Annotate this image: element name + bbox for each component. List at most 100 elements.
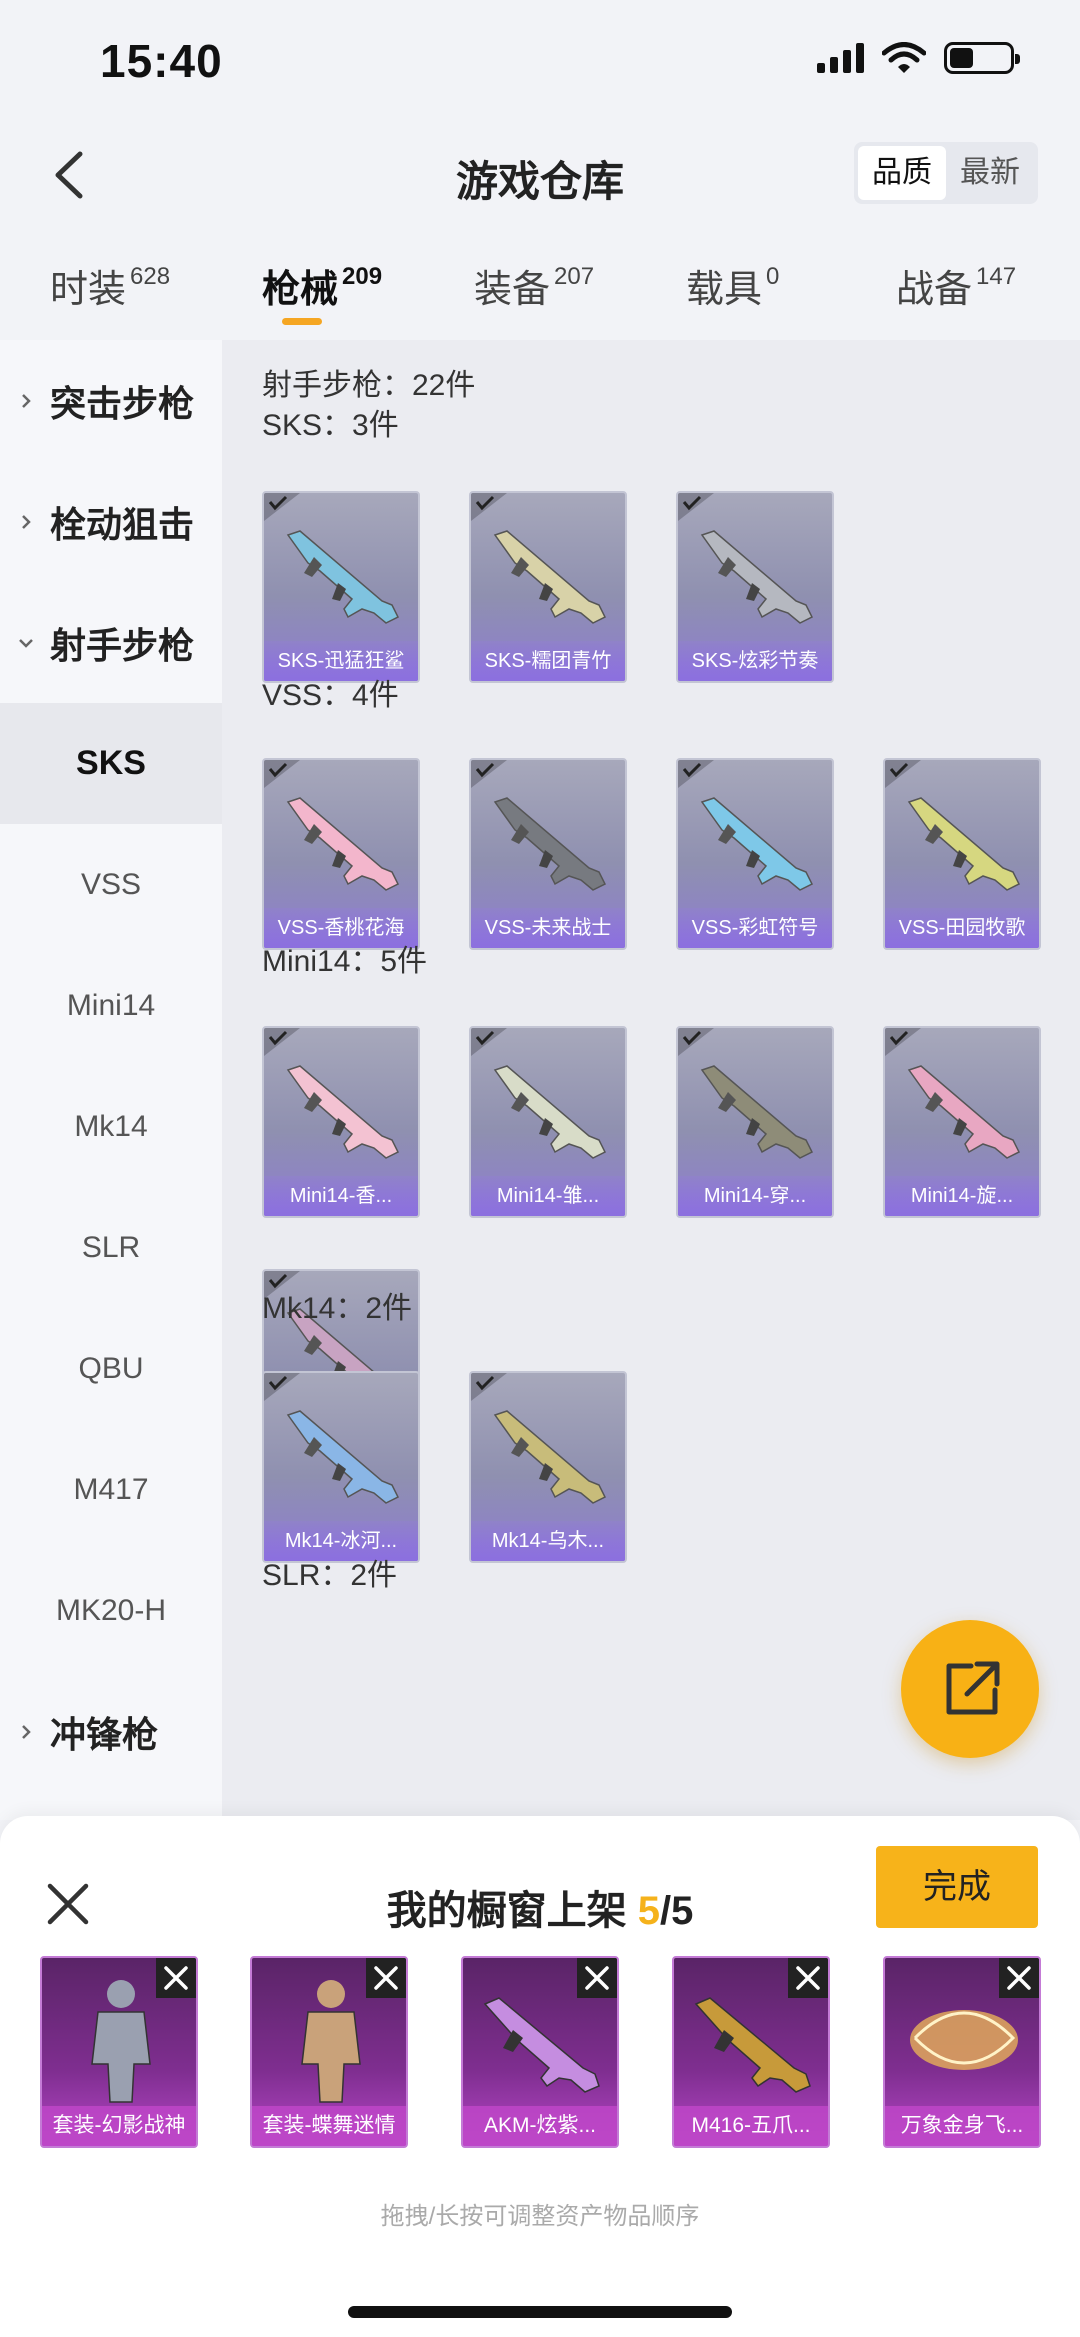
sort-toggle: 品质 最新 [854, 142, 1038, 204]
rifle-icon [286, 1065, 400, 1159]
sidebar-item-slr[interactable]: SLR [0, 1187, 222, 1308]
sidebar-item-m417[interactable]: M417 [0, 1429, 222, 1550]
weapon-name: VSS-未来战士 [471, 908, 625, 948]
remove-button[interactable] [788, 1958, 828, 1998]
section-title: Mini14：5件 [262, 945, 428, 978]
tab-count: 209 [342, 263, 383, 290]
wifi-icon [882, 42, 926, 73]
tab-firearms[interactable]: 枪械 209 [262, 258, 382, 313]
weapon-grid: 射手步枪：22件 SKS：3件 SKS-迅猛狂鲨 SKS-糯团青竹 SKS-炫彩节奏 V… [222, 340, 1080, 1820]
weapon-card[interactable]: SKS-迅猛狂鲨 [262, 491, 420, 683]
tab-supplies[interactable]: 战备 147 [896, 258, 1016, 313]
chevron-right-icon [22, 1724, 31, 1739]
remove-button[interactable] [366, 1958, 406, 1998]
remove-button[interactable] [156, 1958, 196, 1998]
weapon-card[interactable]: Mini14-旋... [883, 1026, 1041, 1218]
remove-button[interactable] [577, 1958, 617, 1998]
weapon-card[interactable]: Mini14-香... [262, 1026, 420, 1218]
sort-newest-button[interactable]: 最新 [946, 146, 1034, 200]
weapon-card[interactable]: VSS-未来战士 [469, 758, 627, 950]
showcase-item[interactable]: 套装-幻影战神 [40, 1956, 198, 2148]
done-button[interactable]: 完成 [876, 1846, 1038, 1928]
tab-equipment[interactable]: 装备 207 [474, 258, 594, 313]
showcase-current-count: 5 [637, 1889, 660, 1933]
category-tabs: 时装 628 枪械 209 装备 207 载具 0 战备 147 [0, 250, 1080, 340]
close-icon [585, 1966, 609, 1990]
tab-count: 207 [554, 263, 595, 290]
rifle-icon [286, 1410, 400, 1504]
weapon-name: SKS-糯团青竹 [471, 641, 625, 681]
showcase-item-name: 套装-幻影战神 [42, 2106, 196, 2146]
sidebar-item-mk14[interactable]: Mk14 [0, 1066, 222, 1187]
tab-count: 0 [766, 263, 780, 290]
chevron-right-icon [22, 393, 31, 408]
showcase-item[interactable]: M416-五爪... [672, 1956, 830, 2148]
section-title: Mk14：2件 [262, 1292, 413, 1325]
tab-label: 装备 [474, 269, 551, 311]
rifle-icon [907, 1065, 1021, 1159]
share-button[interactable] [901, 1620, 1039, 1758]
sidebar-item-label: 射手步枪 [50, 624, 195, 666]
close-icon [374, 1966, 398, 1990]
sidebar-item-label: 栓动狙击 [50, 503, 195, 545]
sidebar-item-assault-rifle[interactable]: 突击步枪 [0, 340, 222, 461]
weapon-name: Mini14-雏... [471, 1176, 625, 1216]
sidebar-item-label: 冲锋枪 [50, 1713, 159, 1755]
chevron-right-icon [22, 514, 31, 529]
tab-label: 枪械 [262, 269, 339, 311]
tab-label: 载具 [686, 269, 763, 311]
signal-icon [817, 43, 864, 73]
rifle-icon [286, 530, 400, 624]
tab-fashion[interactable]: 时装 628 [50, 258, 170, 313]
remove-button[interactable] [999, 1958, 1039, 1998]
showcase-item[interactable]: 套装-蝶舞迷情 [250, 1956, 408, 2148]
home-indicator [348, 2306, 732, 2318]
status-bar: 15:40 [0, 0, 1080, 120]
header: 游戏仓库 品质 最新 [0, 130, 1080, 220]
weapon-card[interactable]: Mini14-穿... [676, 1026, 834, 1218]
sidebar-item-label: 突击步枪 [50, 382, 195, 424]
weapon-card[interactable]: SKS-糯团青竹 [469, 491, 627, 683]
showcase-item[interactable]: AKM-炫紫... [461, 1956, 619, 2148]
sidebar-item-smg[interactable]: 冲锋枪 [0, 1671, 222, 1792]
sidebar-item-vss[interactable]: VSS [0, 824, 222, 945]
weapon-card[interactable]: Mini14-雏... [469, 1026, 627, 1218]
close-icon [796, 1966, 820, 1990]
weapon-name: Mini14-香... [264, 1176, 418, 1216]
rifle-icon [700, 1065, 814, 1159]
sidebar-item-bolt-sniper[interactable]: 栓动狙击 [0, 461, 222, 582]
rifle-icon [493, 530, 607, 624]
close-icon [1007, 1966, 1031, 1990]
showcase-panel: 我的橱窗上架 5/5 完成 套装-幻影战神 套装-蝶舞迷情 AKM-炫紫... M41… [0, 1816, 1080, 2337]
sidebar-item-mk20h[interactable]: MK20-H [0, 1550, 222, 1671]
weapon-card[interactable]: VSS-香桃花海 [262, 758, 420, 950]
sidebar-item-marksman-rifle[interactable]: 射手步枪 [0, 582, 222, 703]
tab-vehicles[interactable]: 载具 0 [686, 258, 779, 313]
section-title: SKS：3件 [262, 409, 399, 442]
weapon-name: Mini14-穿... [678, 1176, 832, 1216]
weapon-name: VSS-彩虹符号 [678, 908, 832, 948]
sidebar-item-mini14[interactable]: Mini14 [0, 945, 222, 1066]
sidebar-item-sks[interactable]: SKS [0, 703, 222, 824]
weapon-name: SKS-炫彩节奏 [678, 641, 832, 681]
category-count-title: 射手步枪：22件 [262, 369, 476, 402]
tab-count: 147 [976, 263, 1017, 290]
sidebar-item-qbu[interactable]: QBU [0, 1308, 222, 1429]
sort-quality-button[interactable]: 品质 [858, 146, 946, 200]
weapon-card[interactable]: SKS-炫彩节奏 [676, 491, 834, 683]
close-icon [164, 1966, 188, 1990]
status-icons [817, 42, 1020, 74]
showcase-item[interactable]: 万象金身飞... [883, 1956, 1041, 2148]
rifle-icon [286, 797, 400, 891]
battery-icon [944, 42, 1020, 74]
chevron-down-icon [19, 638, 33, 648]
showcase-item-name: AKM-炫紫... [463, 2106, 617, 2146]
weapon-card[interactable]: Mk14-冰河... [262, 1371, 420, 1563]
weapon-card[interactable]: VSS-彩虹符号 [676, 758, 834, 950]
rifle-icon [700, 530, 814, 624]
weapon-card[interactable]: Mk14-乌木... [469, 1371, 627, 1563]
showcase-item-name: M416-五爪... [674, 2106, 828, 2146]
rifle-icon [700, 797, 814, 891]
weapon-name: Mk14-乌木... [471, 1521, 625, 1561]
weapon-card[interactable]: VSS-田园牧歌 [883, 758, 1041, 950]
